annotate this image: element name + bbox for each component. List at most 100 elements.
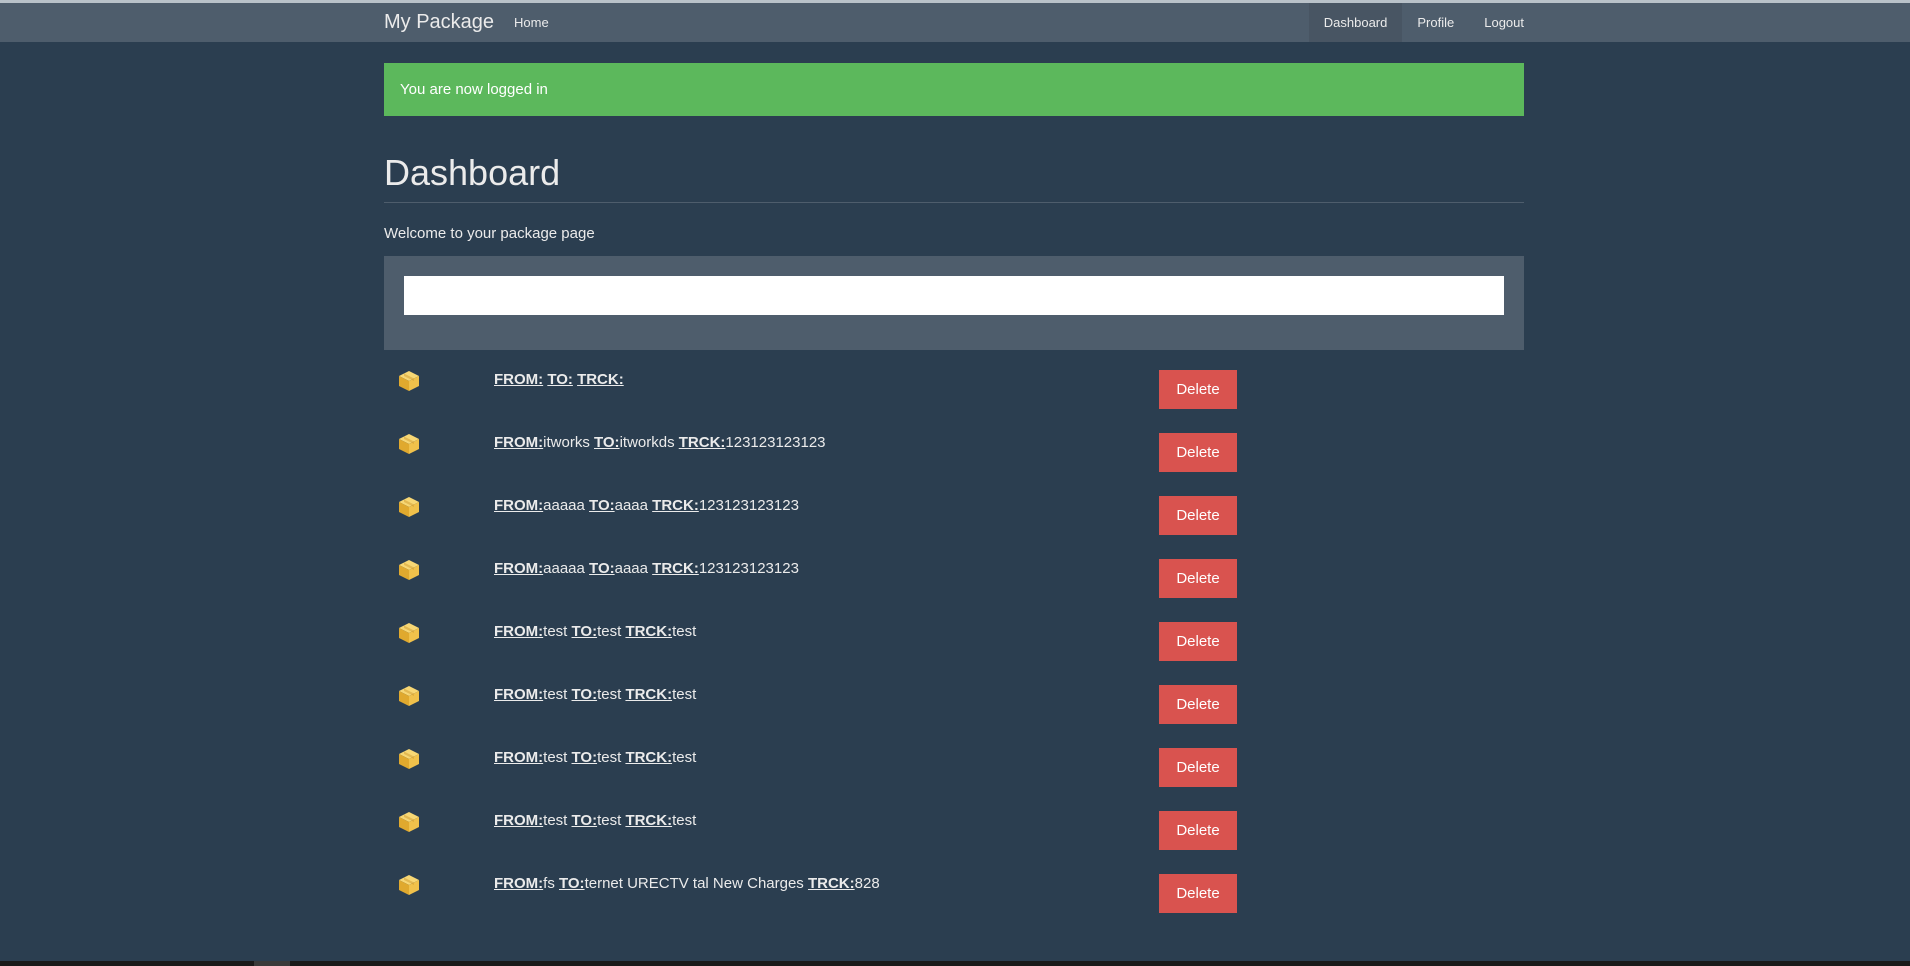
from-label-link[interactable]: FROM: — [494, 560, 543, 577]
to-value: aaaa — [614, 560, 648, 577]
package-box-icon — [398, 496, 420, 518]
title-divider — [384, 202, 1524, 203]
from-value: test — [543, 623, 568, 640]
delete-button[interactable]: Delete — [1159, 622, 1237, 661]
to-value: ternet URECTV tal New Charges — [584, 875, 804, 892]
delete-button[interactable]: Delete — [1159, 496, 1237, 535]
trck-label-link[interactable]: TRCK: — [652, 560, 699, 577]
from-label-link[interactable]: FROM: — [494, 749, 543, 766]
from-label-link[interactable]: FROM: — [494, 686, 543, 703]
package-details: FROM:test TO:test TRCK:test — [494, 812, 696, 829]
to-label-link[interactable]: TO: — [572, 686, 598, 703]
package-details: FROM:test TO:test TRCK:test — [494, 749, 696, 766]
trck-value: 123123123123 — [698, 497, 799, 514]
page-title: Dashboard — [384, 152, 561, 193]
trck-value: test — [672, 686, 697, 703]
package-box-icon — [398, 685, 420, 707]
trck-value: test — [672, 749, 697, 766]
to-label-link[interactable]: TO: — [572, 812, 598, 829]
package-box-icon — [398, 370, 420, 392]
to-label-link[interactable]: TO: — [589, 560, 615, 577]
package-details: FROM:aaaaa TO:aaaa TRCK:123123123123 — [494, 560, 799, 577]
trck-value: 828 — [854, 875, 880, 892]
from-value: test — [543, 686, 568, 703]
package-box-icon — [398, 874, 420, 896]
trck-value: test — [672, 812, 697, 829]
package-row: FROM:fs TO:ternet URECTV tal New Charges… — [384, 856, 1524, 919]
to-value: test — [597, 749, 622, 766]
navbar: My Package Home Dashboard Profile Logout — [0, 3, 1910, 42]
to-value: test — [597, 623, 622, 640]
from-label-link[interactable]: FROM: — [494, 875, 543, 892]
nav-link-profile[interactable]: Profile — [1402, 3, 1469, 42]
to-value: itworkds — [619, 434, 675, 451]
trck-label-link[interactable]: TRCK: — [652, 497, 699, 514]
package-details: FROM:aaaaa TO:aaaa TRCK:123123123123 — [494, 497, 799, 514]
from-value: test — [543, 749, 568, 766]
package-box-icon — [398, 433, 420, 455]
delete-button[interactable]: Delete — [1159, 811, 1237, 850]
from-label-link[interactable]: FROM: — [494, 623, 543, 640]
bottom-bar — [0, 961, 1910, 966]
delete-button[interactable]: Delete — [1159, 433, 1237, 472]
trck-label-link[interactable]: TRCK: — [808, 875, 855, 892]
delete-button[interactable]: Delete — [1159, 370, 1237, 409]
package-row: FROM:test TO:test TRCK:test Delete — [384, 667, 1524, 730]
trck-label-link[interactable]: TRCK: — [625, 812, 672, 829]
delete-button[interactable]: Delete — [1159, 559, 1237, 598]
search-input[interactable] — [404, 276, 1504, 315]
bottom-bar-tab — [254, 961, 290, 966]
to-label-link[interactable]: TO: — [559, 875, 585, 892]
brand-link[interactable]: My Package — [384, 3, 494, 42]
from-value: itworks — [543, 434, 590, 451]
delete-button[interactable]: Delete — [1159, 685, 1237, 724]
from-label-link[interactable]: FROM: — [494, 434, 543, 451]
to-label-link[interactable]: TO: — [572, 749, 598, 766]
welcome-text: Welcome to your package page — [384, 225, 595, 242]
to-label-link[interactable]: TO: — [594, 434, 620, 451]
package-row: FROM:aaaaa TO:aaaa TRCK:123123123123 Dele… — [384, 478, 1524, 541]
login-success-alert: You are now logged in — [384, 63, 1524, 116]
package-details: FROM:itworks TO:itworkds TRCK:1231231231… — [494, 434, 826, 451]
package-box-icon — [398, 559, 420, 581]
search-well — [384, 256, 1524, 350]
package-list: FROM: TO: TRCK: Delete FROM:itworks TO:itw… — [384, 352, 1524, 919]
nav-link-logout[interactable]: Logout — [1469, 3, 1539, 42]
trck-value: 123123123123 — [725, 434, 826, 451]
package-row: FROM: TO: TRCK: Delete — [384, 352, 1524, 415]
trck-label-link[interactable]: TRCK: — [625, 749, 672, 766]
package-box-icon — [398, 811, 420, 833]
package-details: FROM: TO: TRCK: — [494, 371, 624, 388]
package-row: FROM:test TO:test TRCK:test Delete — [384, 730, 1524, 793]
to-label-link[interactable]: TO: — [572, 623, 598, 640]
delete-button[interactable]: Delete — [1159, 748, 1237, 787]
trck-label-link[interactable]: TRCK: — [577, 371, 624, 388]
from-value: test — [543, 812, 568, 829]
package-row: FROM:aaaaa TO:aaaa TRCK:123123123123 Dele… — [384, 541, 1524, 604]
nav-right-group: Dashboard Profile Logout — [1308, 3, 1539, 42]
trck-value: test — [672, 623, 697, 640]
nav-link-dashboard[interactable]: Dashboard — [1308, 3, 1403, 42]
to-label-link[interactable]: TO: — [547, 371, 573, 388]
trck-label-link[interactable]: TRCK: — [679, 434, 726, 451]
package-box-icon — [398, 622, 420, 644]
from-label-link[interactable]: FROM: — [494, 497, 543, 514]
package-row: FROM:test TO:test TRCK:test Delete — [384, 604, 1524, 667]
delete-button[interactable]: Delete — [1159, 874, 1237, 913]
package-row: FROM:test TO:test TRCK:test Delete — [384, 793, 1524, 856]
from-label-link[interactable]: FROM: — [494, 812, 543, 829]
trck-value: 123123123123 — [698, 560, 799, 577]
from-value: aaaaa — [543, 497, 585, 514]
package-details: FROM:test TO:test TRCK:test — [494, 623, 696, 640]
package-details: FROM:fs TO:ternet URECTV tal New Charges… — [494, 875, 880, 892]
trck-label-link[interactable]: TRCK: — [625, 686, 672, 703]
trck-label-link[interactable]: TRCK: — [625, 623, 672, 640]
to-label-link[interactable]: TO: — [589, 497, 615, 514]
to-value: aaaa — [614, 497, 648, 514]
to-value: test — [597, 686, 622, 703]
package-box-icon — [398, 748, 420, 770]
from-label-link[interactable]: FROM: — [494, 371, 543, 388]
nav-link-home[interactable]: Home — [498, 3, 565, 42]
package-details: FROM:test TO:test TRCK:test — [494, 686, 696, 703]
to-value: test — [597, 812, 622, 829]
